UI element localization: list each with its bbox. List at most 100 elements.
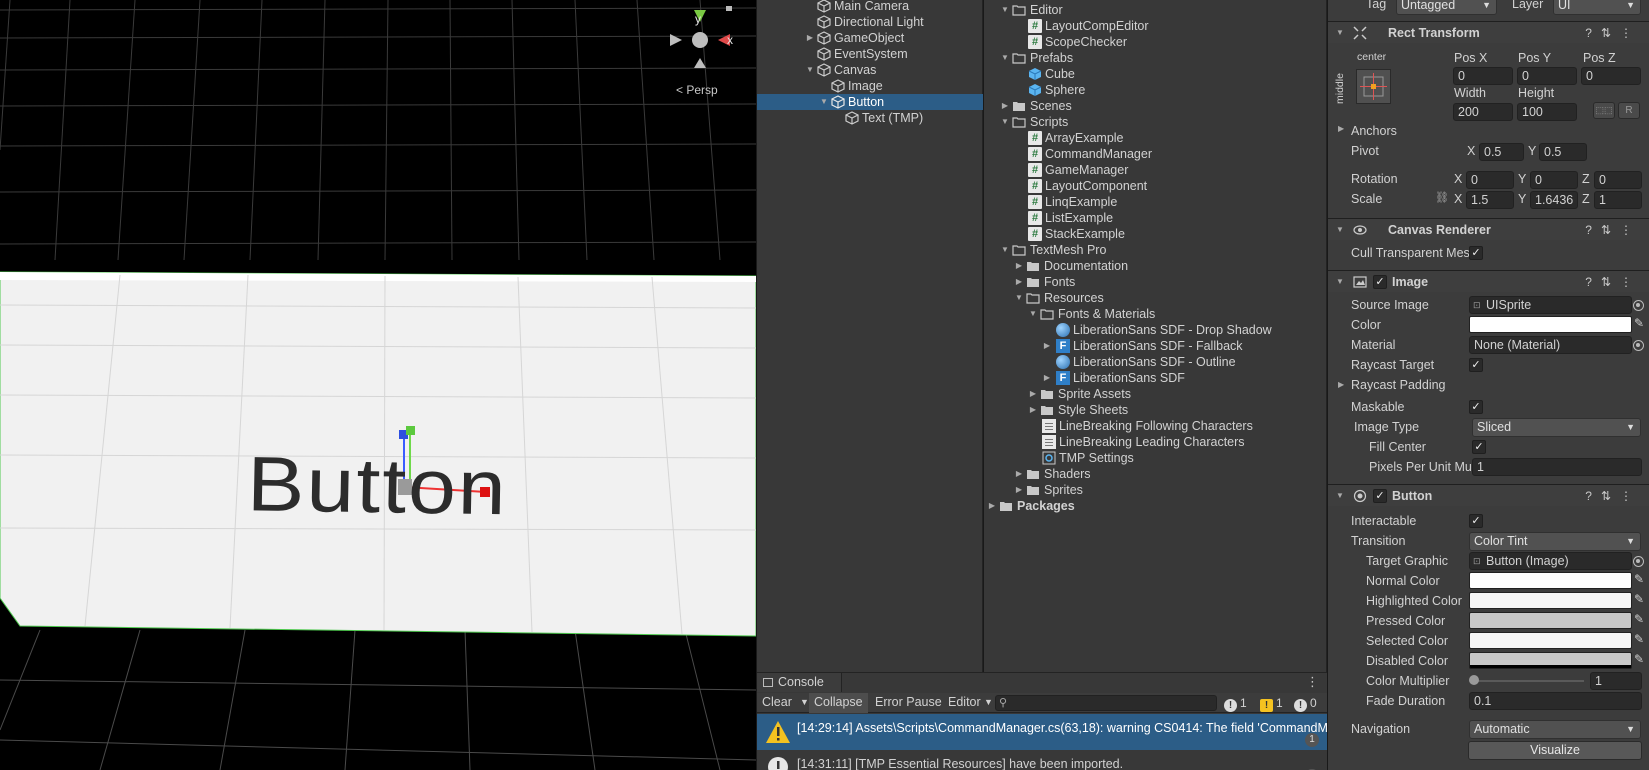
canvas-renderer-header[interactable]: ▼ Canvas Renderer ?⇅⋮: [1328, 218, 1649, 240]
project-folder-shaders[interactable]: ▶ Shaders: [984, 466, 1327, 482]
project-font-fallback[interactable]: ▶ F LiberationSans SDF - Fallback: [984, 338, 1327, 354]
collapse-arrow-icon[interactable]: ▼: [1000, 114, 1010, 130]
highlighted-color-swatch[interactable]: [1469, 592, 1632, 609]
interactable-checkbox[interactable]: ✓: [1469, 514, 1483, 528]
color-multiplier-track[interactable]: [1474, 680, 1584, 682]
warning-count-toggle[interactable]: ! 1: [1260, 694, 1283, 712]
layer-dropdown[interactable]: UI ▼: [1553, 0, 1641, 15]
normal-color-swatch[interactable]: [1469, 572, 1632, 589]
target-graphic-field[interactable]: ⊡ Button (Image): [1469, 552, 1632, 570]
fade-duration-field[interactable]: 0.1: [1469, 692, 1642, 710]
navigation-dropdown[interactable]: Automatic ▼: [1469, 720, 1641, 739]
visualize-button[interactable]: Visualize: [1468, 741, 1642, 760]
expand-arrow-icon[interactable]: ▶: [987, 498, 997, 514]
fill-center-checkbox[interactable]: ✓: [1472, 440, 1486, 454]
anchors-foldout[interactable]: Anchors: [1351, 124, 1397, 138]
scene-view[interactable]: y x < Persp Button: [0, 0, 756, 770]
button-enabled-checkbox[interactable]: ✓: [1373, 489, 1387, 503]
pos-z-field[interactable]: 0: [1581, 67, 1641, 85]
collapse-arrow-icon[interactable]: ▼: [1028, 306, 1038, 322]
hierarchy-item-image[interactable]: Image: [757, 78, 983, 94]
object-picker-icon[interactable]: [1633, 556, 1644, 567]
project-script-arrayexample[interactable]: # ArrayExample: [984, 130, 1327, 146]
project-folder-sprite-assets[interactable]: ▶ Sprite Assets: [984, 386, 1327, 402]
pos-x-field[interactable]: 0: [1453, 67, 1513, 85]
collapse-arrow-icon[interactable]: ▼: [1000, 2, 1010, 18]
scale-y-field[interactable]: 1.6436: [1530, 191, 1578, 209]
raw-edit-button[interactable]: R: [1618, 102, 1640, 119]
object-picker-icon[interactable]: [1633, 340, 1644, 351]
height-field[interactable]: 100: [1517, 103, 1577, 121]
tag-dropdown[interactable]: Untagged ▼: [1396, 0, 1497, 15]
project-script-gamemanager[interactable]: # GameManager: [984, 162, 1327, 178]
rotation-z-field[interactable]: 0: [1594, 171, 1642, 189]
collapse-arrow-icon[interactable]: ▼: [805, 62, 815, 78]
hierarchy-item-canvas[interactable]: ▼ Canvas: [757, 62, 983, 78]
expand-arrow-icon[interactable]: ▶: [1028, 402, 1038, 418]
collapse-arrow-icon[interactable]: ▼: [1000, 242, 1010, 258]
hierarchy-item-main-camera[interactable]: Main Camera: [757, 0, 983, 14]
project-folder-style-sheets[interactable]: ▶ Style Sheets: [984, 402, 1327, 418]
collapse-arrow-icon[interactable]: ▼: [819, 94, 829, 110]
transition-dropdown[interactable]: Color Tint ▼: [1469, 532, 1641, 551]
rotation-x-field[interactable]: 0: [1466, 171, 1514, 189]
eyedropper-icon[interactable]: ✎: [1634, 316, 1644, 330]
project-prefab-cube[interactable]: Cube: [984, 66, 1327, 82]
component-tools[interactable]: ?⇅⋮: [1585, 22, 1641, 44]
eyedropper-icon[interactable]: ✎: [1634, 592, 1644, 606]
console-message-info[interactable]: [14:31:11] [TMP Essential Resources] hav…: [757, 750, 1327, 770]
pivot-x-field[interactable]: 0.5: [1479, 143, 1524, 161]
scale-z-field[interactable]: 1: [1594, 191, 1642, 209]
hierarchy-item-eventsystem[interactable]: EventSystem: [757, 46, 983, 62]
hierarchy-item-text-tmp[interactable]: Text (TMP): [757, 110, 983, 126]
collapse-toggle[interactable]: Collapse: [809, 693, 868, 713]
eyedropper-icon[interactable]: ✎: [1634, 652, 1644, 666]
project-script-layoutcompeditor[interactable]: # LayoutCompEditor: [984, 18, 1327, 34]
eyedropper-icon[interactable]: ✎: [1634, 572, 1644, 586]
image-enabled-checkbox[interactable]: ✓: [1373, 275, 1387, 289]
expand-arrow-icon[interactable]: ▶: [1338, 380, 1344, 389]
button-header[interactable]: ▼ ✓ Button ?⇅⋮: [1328, 484, 1649, 506]
project-script-listexample[interactable]: # ListExample: [984, 210, 1327, 226]
image-header[interactable]: ▼ ✓ Image ?⇅⋮: [1328, 270, 1649, 292]
project-folder-fonts-materials[interactable]: ▼ Fonts & Materials: [984, 306, 1327, 322]
pivot-y-field[interactable]: 0.5: [1539, 143, 1587, 161]
eyedropper-icon[interactable]: ✎: [1634, 632, 1644, 646]
collapse-arrow-icon[interactable]: ▼: [1014, 290, 1024, 306]
link-icon[interactable]: ⛓: [1435, 191, 1449, 204]
console-tab[interactable]: Console: [757, 673, 842, 692]
project-text-leading[interactable]: LineBreaking Leading Characters: [984, 434, 1327, 450]
hierarchy-item-directional-light[interactable]: Directional Light: [757, 14, 983, 30]
project-tmp-settings[interactable]: TMP Settings: [984, 450, 1327, 466]
project-folder-scenes[interactable]: ▶ Scenes: [984, 98, 1327, 114]
source-image-field[interactable]: ⊡ UISprite: [1469, 296, 1632, 314]
project-folder-textmesh-pro[interactable]: ▼ TextMesh Pro: [984, 242, 1327, 258]
project-folder-documentation[interactable]: ▶ Documentation: [984, 258, 1327, 274]
component-tools[interactable]: ?⇅⋮: [1585, 485, 1641, 507]
eyedropper-icon[interactable]: ✎: [1634, 612, 1644, 626]
project-material-drop-shadow[interactable]: LiberationSans SDF - Drop Shadow: [984, 322, 1327, 338]
scale-x-field[interactable]: 1.5: [1466, 191, 1514, 209]
project-folder-scripts[interactable]: ▼ Scripts: [984, 114, 1327, 130]
expand-arrow-icon[interactable]: ▶: [1014, 258, 1024, 274]
info-count-toggle[interactable]: ! 0: [1294, 694, 1317, 712]
pressed-color-swatch[interactable]: [1469, 612, 1632, 629]
kebab-menu-icon[interactable]: ⋮: [1306, 675, 1319, 690]
expand-arrow-icon[interactable]: ▶: [1042, 338, 1052, 354]
project-script-commandmanager[interactable]: # CommandManager: [984, 146, 1327, 162]
collapse-arrow-icon[interactable]: ▼: [1336, 22, 1344, 44]
project-material-outline[interactable]: LiberationSans SDF - Outline: [984, 354, 1327, 370]
expand-arrow-icon[interactable]: ▶: [1014, 482, 1024, 498]
image-type-dropdown[interactable]: Sliced ▼: [1472, 418, 1641, 437]
expand-arrow-icon[interactable]: ▶: [1014, 466, 1024, 482]
material-field[interactable]: None (Material): [1469, 336, 1632, 354]
disabled-color-swatch[interactable]: [1469, 652, 1632, 669]
project-script-stackexample[interactable]: # StackExample: [984, 226, 1327, 242]
project-folder-resources[interactable]: ▼ Resources: [984, 290, 1327, 306]
width-field[interactable]: 200: [1453, 103, 1513, 121]
expand-arrow-icon[interactable]: ▶: [805, 30, 815, 46]
color-multiplier-handle[interactable]: [1469, 675, 1479, 685]
expand-arrow-icon[interactable]: ▶: [1028, 386, 1038, 402]
collapse-arrow-icon[interactable]: ▼: [1336, 271, 1344, 293]
project-font-liberationsans[interactable]: ▶ F LiberationSans SDF: [984, 370, 1327, 386]
